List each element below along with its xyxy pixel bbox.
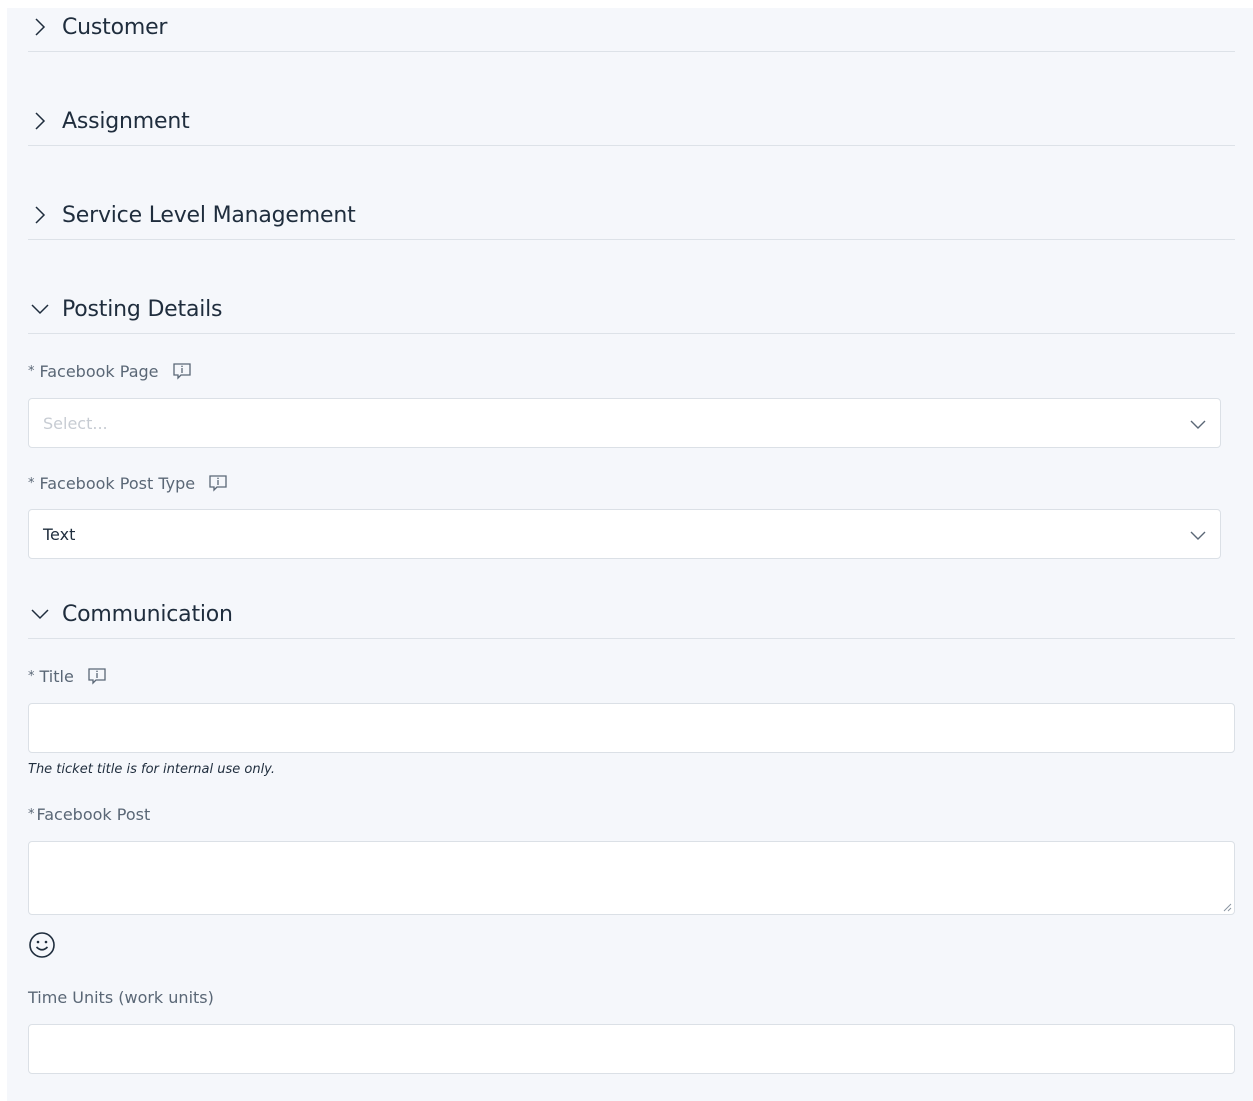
section-posting-details-header[interactable]: Posting Details — [28, 285, 1235, 334]
ticket-form-panel: Customer Assignment Service Level Manage… — [7, 8, 1253, 1101]
facebook-post-type-value: Text — [43, 524, 76, 544]
facebook-post-label: * Facebook Post — [28, 805, 150, 824]
chevron-down-icon — [1188, 414, 1208, 434]
chevron-right-icon — [30, 111, 50, 131]
section-service-level-title: Service Level Management — [62, 202, 356, 228]
chevron-down-icon — [30, 604, 50, 624]
section-customer-title: Customer — [62, 14, 168, 40]
chevron-down-icon — [1188, 525, 1208, 545]
facebook-post-type-label-text: Facebook Post Type — [39, 473, 196, 493]
info-icon[interactable] — [207, 473, 229, 493]
title-input[interactable] — [28, 703, 1235, 753]
chevron-down-icon — [30, 299, 50, 319]
info-icon[interactable] — [86, 666, 108, 686]
section-customer-header[interactable]: Customer — [28, 3, 1235, 52]
chevron-right-icon — [30, 17, 50, 37]
resize-handle-icon[interactable] — [1222, 902, 1232, 912]
facebook-post-type-label: * Facebook Post Type — [28, 473, 229, 493]
time-units-label: Time Units (work units) — [28, 988, 214, 1007]
facebook-page-placeholder: Select... — [43, 413, 108, 433]
title-label-text: Title — [39, 666, 74, 686]
section-communication-title: Communication — [62, 601, 233, 627]
required-marker: * — [28, 807, 35, 822]
section-communication-header[interactable]: Communication — [28, 590, 1235, 639]
title-label: * Title — [28, 666, 108, 686]
facebook-page-label-text: Facebook Page — [39, 361, 159, 381]
facebook-page-label: * Facebook Page — [28, 361, 193, 381]
time-units-label-text: Time Units (work units) — [28, 988, 214, 1007]
facebook-post-label-text: Facebook Post — [36, 805, 151, 824]
section-assignment-title: Assignment — [62, 108, 190, 134]
section-service-level-header[interactable]: Service Level Management — [28, 191, 1235, 240]
smiley-icon[interactable] — [27, 930, 57, 960]
required-marker: * — [28, 668, 35, 684]
required-marker: * — [28, 475, 35, 491]
facebook-post-textarea[interactable] — [28, 841, 1235, 915]
time-units-input[interactable] — [28, 1024, 1235, 1074]
chevron-right-icon — [30, 205, 50, 225]
info-icon[interactable] — [171, 361, 193, 381]
section-posting-details-title: Posting Details — [62, 296, 223, 322]
section-assignment-header[interactable]: Assignment — [28, 97, 1235, 146]
title-hint: The ticket title is for internal use onl… — [28, 762, 275, 777]
facebook-page-select[interactable]: Select... — [28, 398, 1221, 448]
required-marker: * — [28, 363, 35, 379]
facebook-post-type-select[interactable]: Text — [28, 509, 1221, 559]
